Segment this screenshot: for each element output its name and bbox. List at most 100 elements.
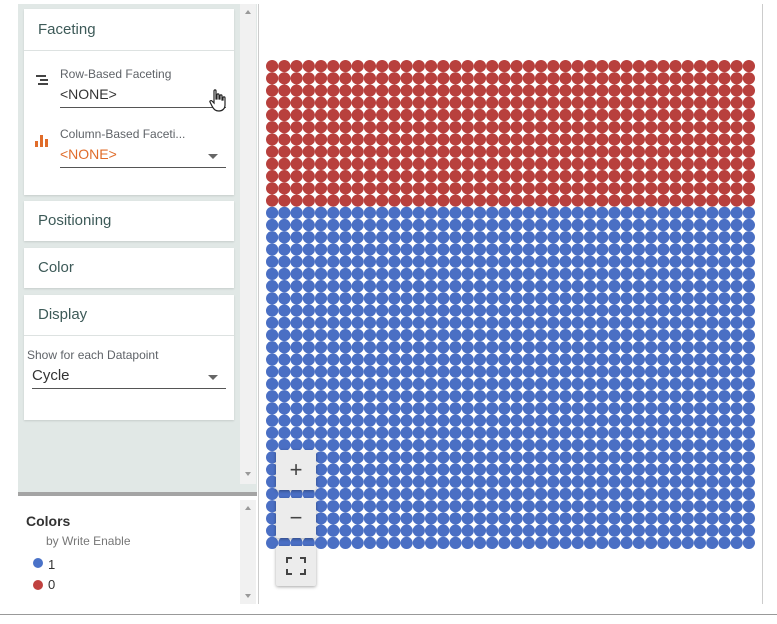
datapoint-1[interactable] [596,500,609,513]
datapoint-1[interactable] [412,377,425,391]
datapoint-1[interactable] [644,463,658,476]
datapoint-0[interactable] [571,194,584,207]
datapoint-0[interactable] [486,145,499,158]
datapoint-1[interactable] [657,280,670,293]
datapoint-1[interactable] [534,402,548,415]
fit-to-screen-button[interactable] [276,546,316,586]
datapoint-1[interactable] [351,438,364,452]
datapoint-1[interactable] [620,390,633,403]
datapoint-0[interactable] [706,182,719,195]
datapoint-0[interactable] [522,182,535,195]
datapoint-0[interactable] [327,96,340,109]
datapoint-1[interactable] [644,365,658,378]
datapoint-0[interactable] [486,84,499,97]
datapoint-0[interactable] [437,108,450,122]
datapoint-0[interactable] [400,96,413,109]
datapoint-0[interactable] [547,84,560,97]
datapoint-0[interactable] [706,121,719,134]
datapoint-1[interactable] [437,414,450,427]
datapoint-1[interactable] [608,206,621,219]
datapoint-1[interactable] [632,475,645,488]
datapoint-0[interactable] [657,72,670,85]
datapoint-0[interactable] [278,170,291,183]
datapoint-1[interactable] [718,243,731,256]
datapoint-1[interactable] [547,487,560,501]
datapoint-0[interactable] [742,170,755,183]
datapoint-1[interactable] [498,243,511,256]
datapoint-1[interactable] [278,377,291,391]
datapoint-0[interactable] [730,84,743,97]
datapoint-1[interactable] [706,487,719,501]
datapoint-1[interactable] [351,255,364,268]
datapoint-1[interactable] [596,267,609,281]
datapoint-1[interactable] [424,231,438,244]
datapoint-1[interactable] [547,426,560,439]
datapoint-1[interactable] [461,402,474,415]
datapoint-1[interactable] [290,377,303,391]
datapoint-1[interactable] [559,536,572,549]
datapoint-1[interactable] [620,267,633,281]
datapoint-1[interactable] [669,500,682,513]
datapoint-0[interactable] [669,145,682,158]
datapoint-0[interactable] [681,121,694,134]
datapoint-1[interactable] [376,304,389,317]
datapoint-1[interactable] [388,243,401,256]
datapoint-0[interactable] [290,145,303,158]
datapoint-0[interactable] [657,145,670,158]
datapoint-0[interactable] [473,96,487,109]
datapoint-1[interactable] [534,218,548,232]
datapoint-1[interactable] [522,280,535,293]
datapoint-1[interactable] [547,218,560,232]
datapoint-1[interactable] [730,414,743,427]
datapoint-0[interactable] [669,194,682,207]
datapoint-1[interactable] [730,536,743,549]
datapoint-1[interactable] [559,390,572,403]
datapoint-1[interactable] [486,463,499,476]
datapoint-1[interactable] [461,377,474,391]
datapoint-1[interactable] [681,377,694,391]
datapoint-1[interactable] [412,304,425,317]
datapoint-1[interactable] [412,512,425,525]
datapoint-0[interactable] [266,157,279,171]
datapoint-1[interactable] [351,524,364,537]
datapoint-1[interactable] [669,438,682,452]
datapoint-0[interactable] [608,108,621,122]
datapoint-1[interactable] [669,328,682,342]
datapoint-1[interactable] [290,365,303,378]
datapoint-0[interactable] [644,170,658,183]
datapoint-0[interactable] [412,157,425,171]
datapoint-0[interactable] [644,182,658,195]
datapoint-1[interactable] [327,402,340,415]
datapoint-0[interactable] [400,60,413,73]
datapoint-1[interactable] [693,524,707,537]
datapoint-0[interactable] [632,133,645,146]
datapoint-1[interactable] [742,414,755,427]
datapoint-0[interactable] [486,182,499,195]
datapoint-1[interactable] [632,316,645,329]
datapoint-0[interactable] [412,170,425,183]
datapoint-1[interactable] [608,267,621,281]
datapoint-0[interactable] [620,72,633,85]
datapoint-0[interactable] [730,182,743,195]
datapoint-1[interactable] [302,341,315,354]
datapoint-1[interactable] [608,451,621,464]
datapoint-0[interactable] [657,108,670,122]
datapoint-1[interactable] [437,292,450,305]
datapoint-1[interactable] [620,218,633,232]
datapoint-0[interactable] [730,170,743,183]
datapoint-0[interactable] [608,194,621,207]
datapoint-0[interactable] [388,157,401,171]
datapoint-1[interactable] [339,280,352,293]
datapoint-1[interactable] [706,500,719,513]
datapoint-0[interactable] [718,145,731,158]
datapoint-1[interactable] [473,280,487,293]
datapoint-0[interactable] [412,72,425,85]
datapoint-1[interactable] [596,365,609,378]
datapoint-1[interactable] [571,536,584,549]
datapoint-1[interactable] [534,524,548,537]
datapoint-1[interactable] [608,377,621,391]
datapoint-1[interactable] [657,390,670,403]
datapoint-0[interactable] [376,194,389,207]
datapoint-1[interactable] [339,451,352,464]
datapoint-1[interactable] [693,390,707,403]
